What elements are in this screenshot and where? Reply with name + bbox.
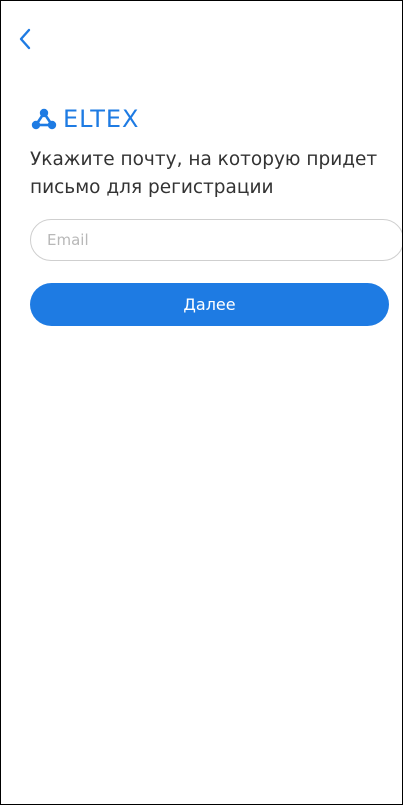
brand-logo: ELTEX [31, 107, 140, 131]
eltex-nodes-icon [31, 108, 57, 130]
chevron-left-icon [19, 28, 31, 50]
next-button[interactable]: Далее [30, 283, 389, 326]
back-button[interactable] [11, 25, 39, 53]
page-title: Укажите почту, на которую придет письмо … [30, 149, 378, 198]
email-field[interactable] [30, 219, 402, 261]
registration-screen: ELTEX Укажите почту, на которую придет п… [0, 0, 403, 805]
brand-name: ELTEX [63, 105, 140, 133]
